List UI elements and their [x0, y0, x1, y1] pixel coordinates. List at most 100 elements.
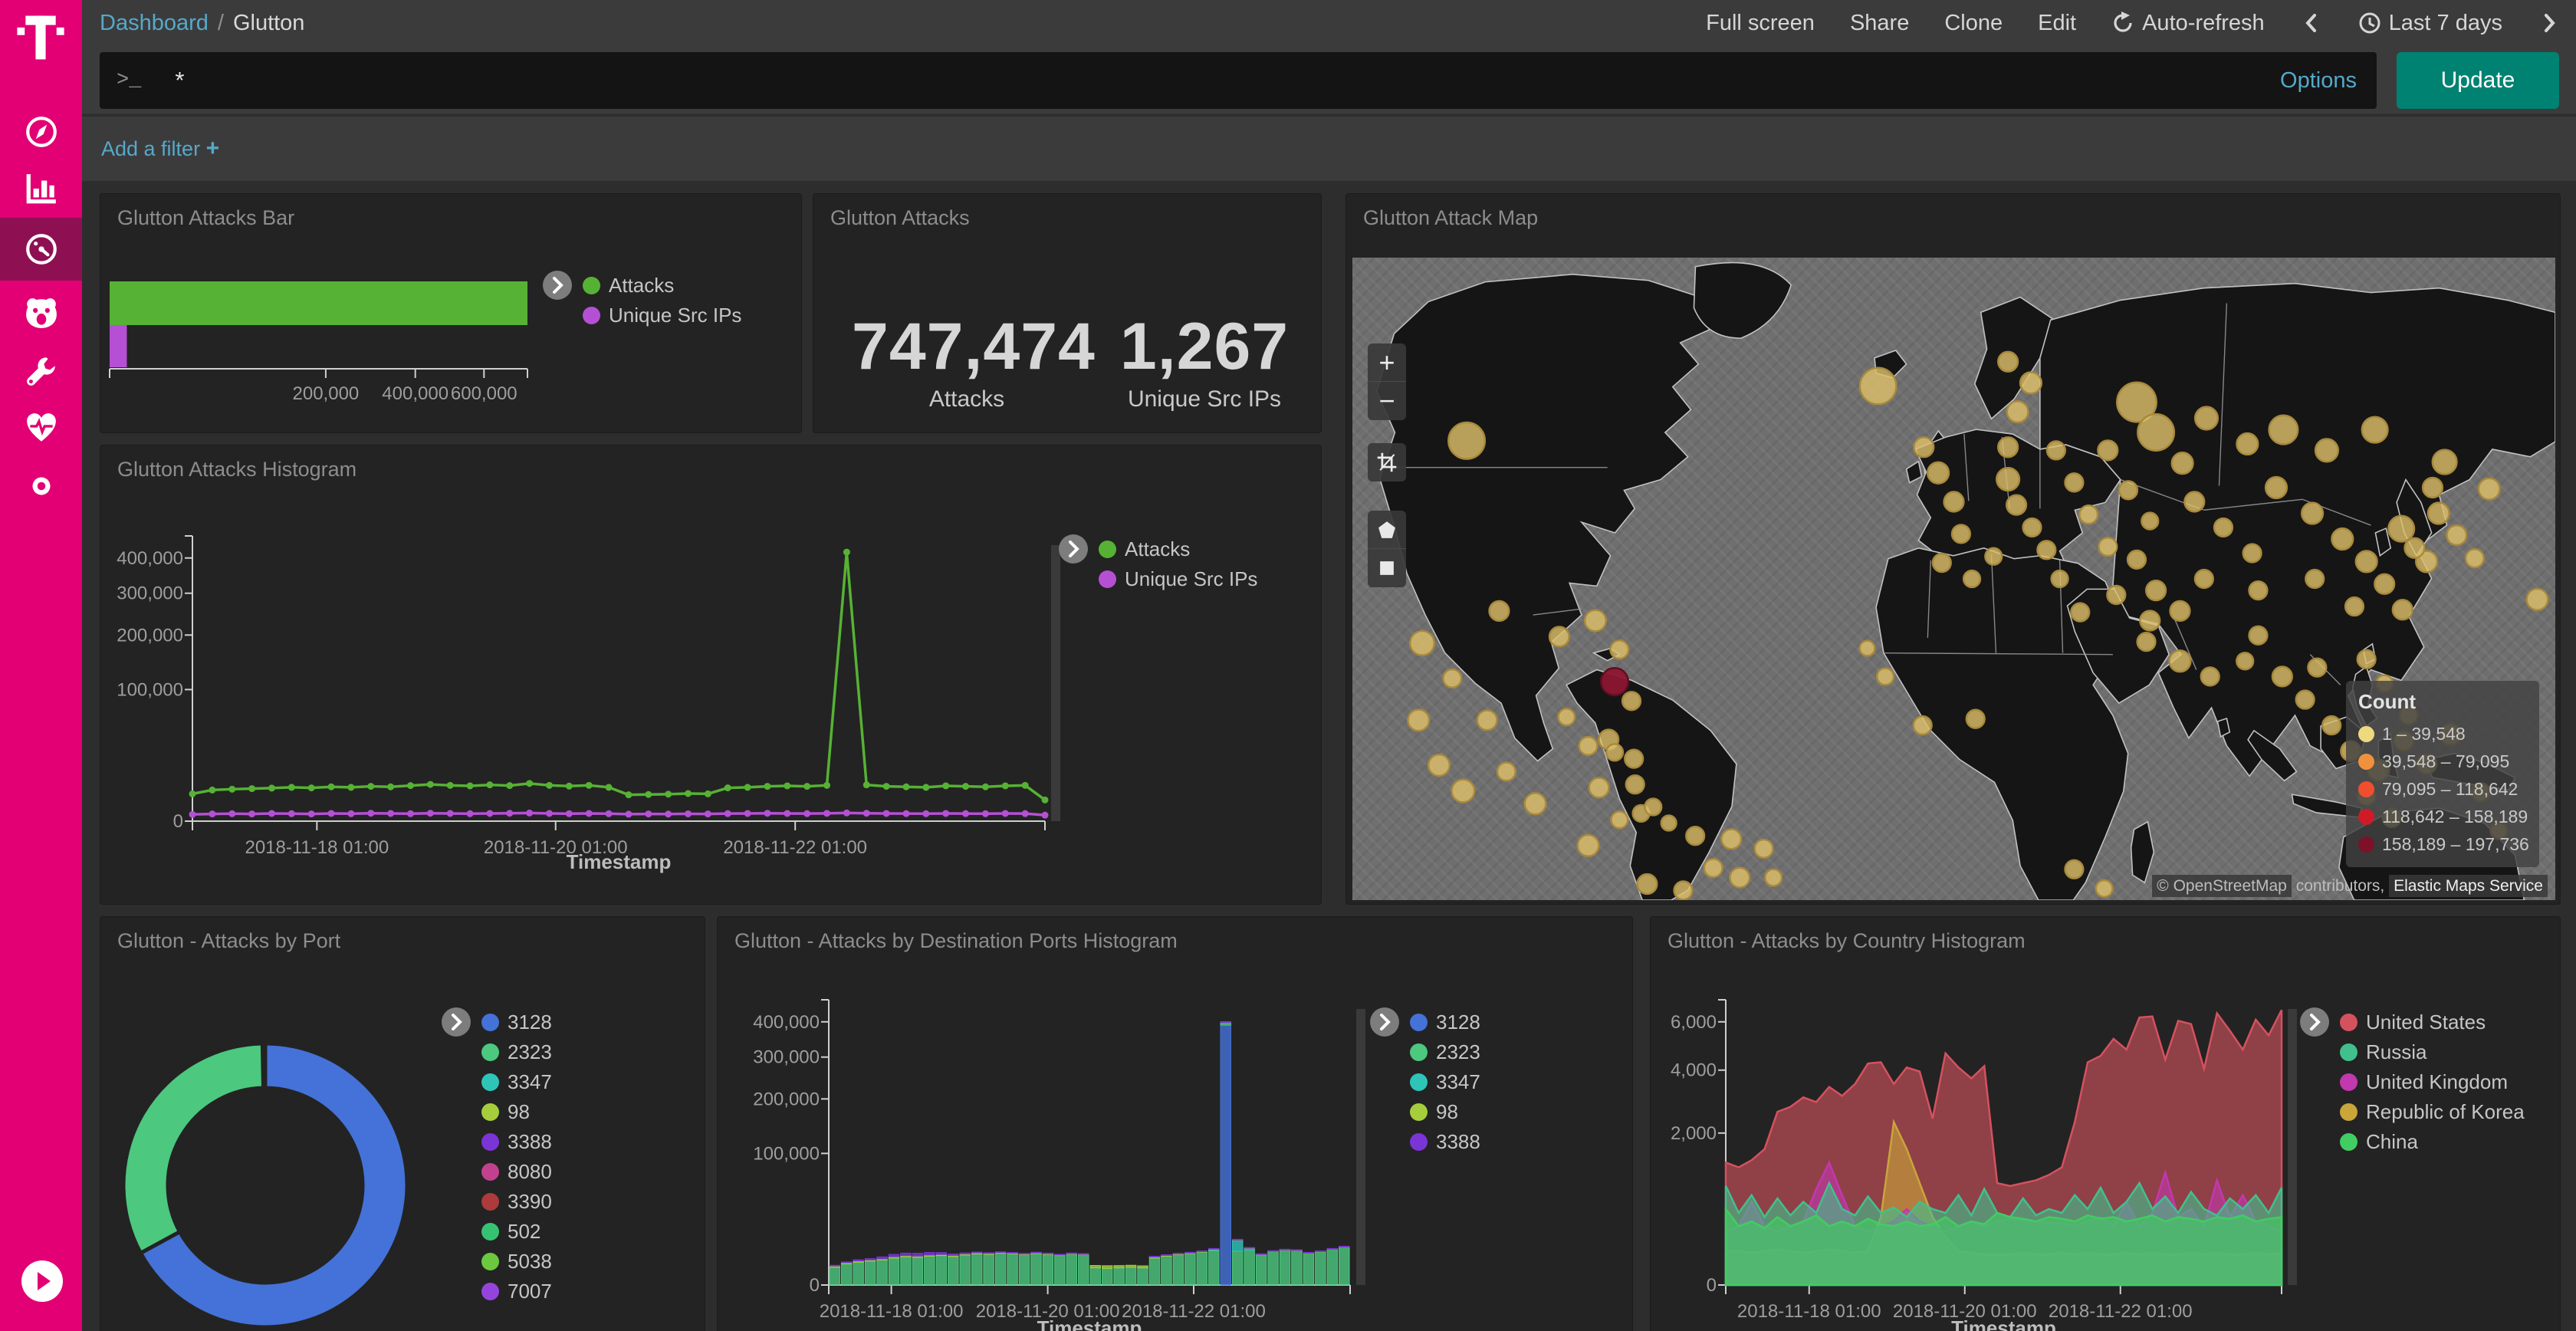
legend-item[interactable]: United States [2340, 1007, 2525, 1037]
add-filter-button[interactable]: Add a filter + [101, 136, 219, 162]
legend-item[interactable]: 3347 [481, 1067, 552, 1097]
chart-scroll-strip[interactable] [1356, 1009, 1365, 1285]
legend-item[interactable]: Unique Src IPs [1099, 564, 1257, 594]
osm-attribution[interactable]: © OpenStreetMap [2152, 875, 2292, 897]
legend-item[interactable]: 502 [481, 1217, 552, 1247]
legend-label: 98 [508, 1100, 530, 1124]
legend-item[interactable]: Republic of Korea [2340, 1097, 2525, 1127]
svg-text:4,000: 4,000 [1671, 1060, 1717, 1081]
map-legend-item: 118,642 – 158,189 [2358, 803, 2527, 830]
series-Unique Src IPs[interactable] [189, 810, 1049, 819]
legend-item[interactable]: 2323 [1410, 1037, 1480, 1067]
legend-toggle-icon[interactable] [543, 271, 572, 300]
legend-label: Attacks [1125, 537, 1190, 561]
attack-map[interactable]: + − [1352, 258, 2555, 900]
zoom-in-button[interactable]: + [1368, 343, 1406, 382]
legend-item[interactable]: 3128 [481, 1007, 552, 1037]
pie-slice-2323[interactable] [123, 1043, 263, 1253]
map-count-legend: Count 1 – 39,54839,548 – 79,09579,095 – … [2346, 681, 2539, 867]
metric-value: 747,474 [852, 309, 1082, 385]
panel-glutton-attacks-by-port: Glutton - Attacks by Port 31282323334798… [100, 916, 705, 1331]
zoom-out-button[interactable]: − [1368, 382, 1406, 420]
attacks-by-port-donut-chart[interactable] [100, 917, 705, 1331]
svg-text:Timestamp: Timestamp [567, 850, 672, 873]
time-prev-button[interactable] [2300, 12, 2323, 35]
clone-button[interactable]: Clone [1944, 11, 2003, 36]
legend-label: 5038 [508, 1250, 552, 1273]
sidebar-item-dashboard[interactable] [0, 218, 82, 281]
sidebar-item-discover[interactable] [0, 103, 82, 161]
breadcrumb-dashboard-link[interactable]: Dashboard [100, 11, 209, 35]
sidebar-item-visualize[interactable] [0, 159, 82, 218]
metric-unique-src-ips: 1,267 Unique Src IPs [1097, 309, 1312, 412]
legend-item[interactable]: Unique Src IPs [583, 301, 741, 330]
legend-toggle-icon[interactable] [442, 1007, 471, 1037]
share-button[interactable]: Share [1850, 11, 1909, 36]
search-input[interactable]: >_ * Options [100, 52, 2377, 109]
options-link[interactable]: Options [2280, 68, 2357, 94]
map-legend-dot [2358, 726, 2374, 742]
time-next-button[interactable] [2538, 12, 2561, 35]
legend-item[interactable]: Attacks [1099, 534, 1257, 564]
auto-refresh-button[interactable]: Auto-refresh [2111, 11, 2265, 36]
plus-icon: + [206, 136, 220, 161]
legend-item[interactable]: 3388 [1410, 1127, 1480, 1157]
legend-item[interactable]: 3388 [481, 1127, 552, 1157]
chart-scroll-strip[interactable] [2288, 1009, 2297, 1285]
svg-text:400,000: 400,000 [382, 383, 449, 404]
draw-rectangle-button[interactable] [1368, 549, 1406, 587]
legend-item[interactable]: United Kingdom [2340, 1067, 2525, 1097]
breadcrumb: Dashboard/Glutton [100, 11, 304, 36]
attacks-histogram-chart[interactable]: 400,000300,000200,000100,00002018-11-18 … [100, 445, 1322, 905]
fullscreen-button[interactable]: Full screen [1706, 11, 1815, 36]
update-button[interactable]: Update [2397, 52, 2559, 109]
sidebar-item-monitoring[interactable] [0, 399, 82, 457]
tmobile-logo-icon[interactable] [14, 11, 67, 64]
filter-bar: Add a filter + [82, 117, 2576, 181]
map-legend-dot [2358, 781, 2374, 797]
legend-item[interactable]: 7007 [481, 1277, 552, 1306]
destination-ports-histogram-chart[interactable]: 400,000300,000200,000100,00002018-11-18 … [718, 917, 1633, 1331]
legend-item[interactable]: 98 [1410, 1097, 1480, 1127]
map-legend-label: 39,548 – 79,095 [2382, 751, 2509, 772]
sidebar-item-devtools[interactable] [0, 342, 82, 400]
legend-item[interactable]: Russia [2340, 1037, 2525, 1067]
svg-text:200,000: 200,000 [753, 1089, 820, 1109]
legend-item[interactable]: 8080 [481, 1157, 552, 1187]
edit-button[interactable]: Edit [2038, 11, 2076, 36]
panel-glutton-attacks-histogram: Glutton Attacks Histogram 400,000300,000… [100, 445, 1322, 905]
legend-toggle-icon[interactable] [2300, 1007, 2329, 1037]
svg-text:300,000: 300,000 [753, 1047, 820, 1068]
legend-item[interactable]: China [2340, 1127, 2525, 1157]
fit-bounds-button[interactable] [1368, 443, 1406, 481]
legend-item[interactable]: 5038 [481, 1247, 552, 1277]
legend-label: 2323 [1436, 1040, 1480, 1064]
legend-item[interactable]: 3347 [1410, 1067, 1480, 1097]
legend-item[interactable]: 98 [481, 1097, 552, 1127]
legend-color-dot [481, 1163, 499, 1181]
legend-item[interactable]: Attacks [583, 271, 741, 301]
legend-color-dot [481, 1103, 499, 1121]
legend-toggle-icon[interactable] [1059, 534, 1088, 564]
svg-text:0: 0 [173, 811, 183, 832]
legend-color-dot [481, 1073, 499, 1091]
legend-item[interactable]: 3128 [1410, 1007, 1480, 1037]
legend-item[interactable]: 3390 [481, 1187, 552, 1217]
legend-item[interactable]: 2323 [481, 1037, 552, 1067]
draw-polygon-button[interactable] [1368, 511, 1406, 549]
legend-toggle-icon[interactable] [1370, 1007, 1399, 1037]
legend-label: China [2366, 1130, 2418, 1154]
panel-title: Glutton Attacks Histogram [117, 458, 356, 481]
query-text[interactable]: * [175, 67, 2280, 94]
ems-attribution[interactable]: Elastic Maps Service [2389, 875, 2548, 897]
legend-label: 3347 [1436, 1070, 1480, 1094]
legend-color-dot [481, 1043, 499, 1061]
legend-color-dot [2340, 1103, 2358, 1121]
time-picker-button[interactable]: Last 7 days [2358, 11, 2502, 36]
map-legend-item: 158,189 – 197,736 [2358, 830, 2527, 858]
area-series-China[interactable] [1726, 1209, 2282, 1285]
sidebar-expand-button[interactable] [20, 1259, 64, 1303]
series-Attacks[interactable] [189, 549, 1049, 804]
sidebar-item-bear[interactable] [0, 284, 82, 342]
sidebar-item-management[interactable] [0, 457, 82, 515]
